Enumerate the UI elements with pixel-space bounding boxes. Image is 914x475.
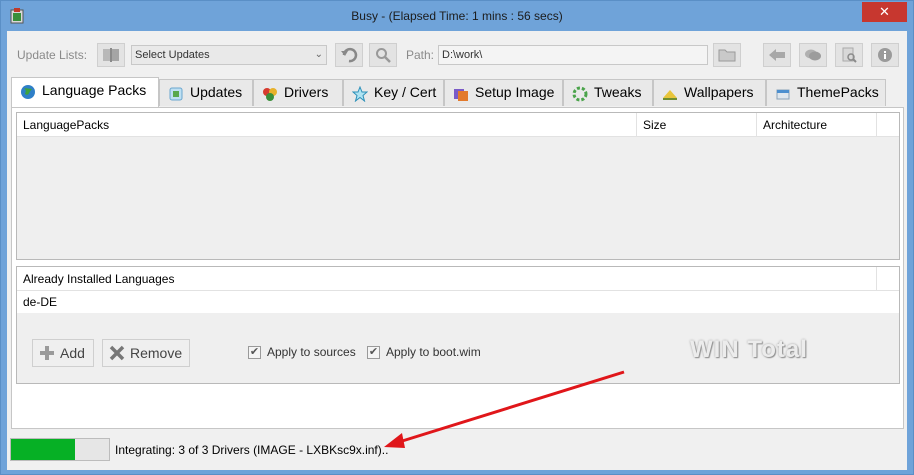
progress-fill [11,439,75,460]
x-icon [109,345,125,361]
tab-label: Key / Cert [374,84,437,100]
add-button-label: Add [60,345,85,361]
globe-icon [21,85,35,99]
star-icon [352,86,368,102]
theme-icon [776,89,790,100]
column-header-size[interactable]: Size [637,113,757,137]
tab-updates[interactable]: Updates [159,79,253,106]
undo-icon [341,47,358,63]
table-row[interactable]: de-DE [17,291,899,313]
watermark-logo: WIN Total [690,336,808,363]
remove-button-label: Remove [130,345,183,361]
tab-strip: Language Packs Updates Drivers Key / Cer… [11,77,901,107]
status-text: Integrating: 3 of 3 Drivers (IMAGE - LXB… [115,443,389,457]
tab-label: Drivers [284,84,329,100]
arrow-left-icon [769,49,785,61]
apply-boot-checkbox[interactable]: ✔ Apply to boot.wim [367,345,481,359]
grid-header: LanguagePacks Size Architecture [17,113,899,137]
updates-select-value: Select Updates [135,49,210,61]
grid-header: Already Installed Languages [17,267,899,291]
tab-label: Setup Image [475,84,555,100]
folder-icon [718,49,736,62]
tab-label: ThemePacks [797,84,879,100]
checkmark-icon: ✔ [367,345,380,359]
close-button[interactable]: ✕ [862,2,907,22]
book-icon [103,48,119,62]
title-bar[interactable]: Busy - (Elapsed Time: 1 mins : 56 secs) … [1,1,913,31]
update-lists-label: Update Lists: [17,48,88,62]
chat-button[interactable] [799,43,827,67]
tab-wallpapers[interactable]: Wallpapers [653,79,766,106]
checkmark-icon: ✔ [248,345,261,359]
tab-label: Wallpapers [684,84,754,100]
tab-label: Language Packs [42,82,147,98]
update-lists-button[interactable] [97,43,125,67]
language-packs-panel: LanguagePacks Size Architecture Already … [11,107,904,429]
apply-sources-checkbox[interactable]: ✔ Apply to sources [248,345,356,359]
tab-language-packs[interactable]: Language Packs [11,77,159,107]
remove-button[interactable]: Remove [102,339,190,367]
client-area: Update Lists: Select Updates ⌄ Path: D:\… [7,31,907,470]
chevron-down-icon: ⌄ [314,49,323,60]
path-label: Path: [406,48,435,62]
chat-icon [805,49,821,61]
tab-label: Updates [190,84,243,100]
path-input[interactable]: D:\work\ [438,45,708,65]
tab-tweaks[interactable]: Tweaks [563,79,653,106]
tab-label: Tweaks [594,84,642,100]
add-button[interactable]: Add [32,339,94,367]
tab-setup-image[interactable]: Setup Image [444,79,563,106]
search-icon [376,48,391,63]
info-button[interactable] [871,43,899,67]
progress-bar [10,438,110,461]
language-packs-grid[interactable]: LanguagePacks Size Architecture [16,112,900,260]
tab-drivers[interactable]: Drivers [253,79,343,106]
browse-folder-button[interactable] [713,43,741,67]
document-search-icon [842,47,857,63]
drivers-icon [263,88,277,101]
tab-theme-packs[interactable]: ThemePacks [766,79,886,106]
updates-icon [169,87,183,101]
app-window: Busy - (Elapsed Time: 1 mins : 56 secs) … [0,0,914,475]
window-title: Busy - (Elapsed Time: 1 mins : 56 secs) [351,9,563,23]
column-header-installed[interactable]: Already Installed Languages [17,267,877,291]
info-icon [878,48,892,62]
column-header-architecture[interactable]: Architecture [757,113,877,137]
updates-select[interactable]: Select Updates ⌄ [131,45,327,65]
tweaks-icon [572,86,588,102]
status-bar: Integrating: 3 of 3 Drivers (IMAGE - LXB… [7,432,907,464]
refresh-button[interactable] [335,43,363,67]
plus-icon [40,346,54,360]
column-header-languagepacks[interactable]: LanguagePacks [17,113,637,137]
back-button[interactable] [763,43,791,67]
tab-key-cert[interactable]: Key / Cert [343,79,444,106]
toolbar: Update Lists: Select Updates ⌄ Path: D:\… [7,31,907,77]
search-button[interactable] [369,43,397,67]
apply-sources-label: Apply to sources [267,345,356,359]
apply-boot-label: Apply to boot.wim [386,345,481,359]
search-doc-button[interactable] [835,43,863,67]
setup-image-icon [454,89,468,101]
wallpaper-icon [663,90,677,100]
